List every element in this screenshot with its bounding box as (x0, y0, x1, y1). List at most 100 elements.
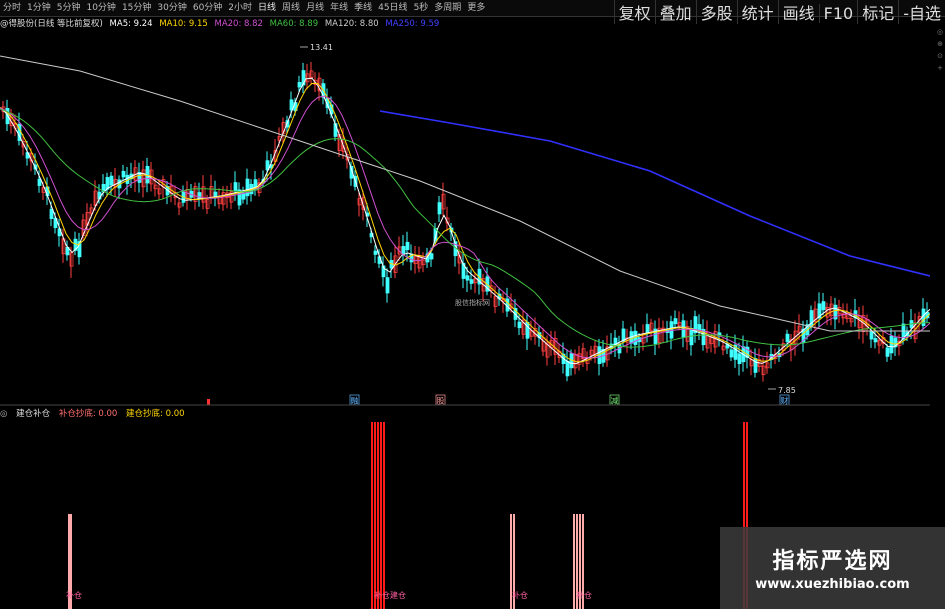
timeframe-tab[interactable]: 15分钟 (119, 0, 154, 16)
indicator-line2: 建仓抄底: 0.00 (126, 409, 185, 419)
indicator-bar-labels: 补仓 补仓建仓 补仓 补仓 (66, 590, 592, 600)
price-chart[interactable]: 13.41 7.85 股信指标网 融 股 减 财 (0, 31, 930, 406)
candle-body (297, 82, 302, 88)
indicator-bar (573, 514, 575, 609)
side-icons: ◎ ⊕ ⊙ + (937, 26, 943, 74)
candle-body (385, 277, 390, 294)
ma5-value: MA5: 9.24 (109, 19, 153, 29)
timeframe-tab[interactable]: 周线 (279, 0, 303, 16)
candle-body (405, 241, 410, 251)
event-marker-label[interactable]: 财 (781, 396, 789, 406)
side-icon[interactable]: + (937, 62, 943, 74)
side-icon[interactable]: ⊙ (937, 50, 943, 62)
indicator-bar-label: 补仓 (512, 590, 528, 600)
watermark-title: 指标严选网 (772, 549, 893, 574)
indicator-bar (377, 422, 379, 609)
candle-body (429, 253, 434, 260)
indicator-bar (380, 422, 382, 609)
event-marker-label[interactable]: 减 (611, 396, 619, 406)
timeframe-tab[interactable]: 1分钟 (24, 0, 54, 16)
ma120-line (0, 55, 930, 332)
indicator-bar-label: 补仓 (576, 590, 592, 600)
candle-body (885, 347, 890, 357)
timeframe-tab[interactable]: 60分钟 (190, 0, 225, 16)
timeframe-tab[interactable]: 10分钟 (83, 0, 118, 16)
candle-body (37, 178, 42, 186)
moving-average-lines (0, 55, 930, 365)
event-marker-tick (207, 399, 210, 405)
candle-body (821, 301, 826, 311)
candlestick-series (1, 61, 930, 382)
ma5-line (0, 77, 930, 365)
candle-body (465, 275, 470, 281)
site-watermark: 指标严选网 www.xuezhibiao.com (720, 527, 945, 609)
toolbar-button[interactable]: 多股 (695, 0, 737, 24)
indicator-name-icon[interactable]: ◎ (0, 409, 7, 419)
event-marker-label[interactable]: 融 (351, 396, 359, 406)
candle-body (517, 321, 522, 329)
toolbar-button[interactable]: 叠加 (654, 0, 696, 24)
toolbar-button[interactable]: 标记 (857, 0, 898, 24)
event-marker-label[interactable]: 股 (437, 397, 445, 406)
ma-legend-bar: @得股份(日线 等比前复权) MA5: 9.24 MA10: 9.15 MA20… (0, 17, 443, 31)
toolbar-button[interactable]: 复权 (613, 0, 655, 24)
timeframe-tab[interactable]: 月线 (303, 0, 327, 16)
candle-body (245, 178, 250, 197)
candle-body (645, 324, 650, 334)
toolbar-button[interactable]: 画线 (777, 0, 819, 24)
candle-body (197, 192, 202, 200)
ma20-line (0, 95, 930, 359)
event-markers: 融股减财 (207, 394, 790, 406)
ma60-line (0, 108, 930, 348)
candle-body (753, 358, 758, 373)
candle-body (437, 202, 442, 215)
candle-body (469, 279, 474, 284)
toolbar-button[interactable]: 统计 (736, 0, 778, 24)
indicator-bars (68, 422, 748, 609)
candle-body (233, 182, 238, 192)
timeframe-tab[interactable]: 45日线 (375, 0, 410, 16)
candle-body (121, 170, 126, 178)
ma20-value: MA20: 8.82 (214, 19, 263, 29)
low-price-label: 7.85 (778, 386, 796, 395)
candle-body (889, 335, 894, 354)
indicator-line1: 补仓抄底: 0.00 (58, 409, 118, 419)
indicator-bar (371, 422, 373, 609)
candle-body (525, 321, 530, 339)
candle-body (109, 175, 114, 186)
timeframe-tab[interactable]: 更多 (464, 0, 488, 16)
stock-title: @得股份(日线 等比前复权) (0, 19, 103, 29)
side-icon[interactable]: ⊕ (937, 38, 943, 50)
timeframe-tab[interactable]: 年线 (327, 0, 351, 16)
timeframe-tab[interactable]: 5分钟 (54, 0, 84, 16)
candle-body (373, 250, 378, 255)
candle-body (565, 360, 570, 377)
side-icon[interactable]: ◎ (937, 26, 943, 38)
candle-body (697, 324, 702, 331)
right-toolbar: 复权 叠加 多股 统计 画线 F10 标记 -自选 (613, 0, 945, 24)
indicator-bar (374, 422, 376, 609)
timeframe-tab[interactable]: 日线 (255, 0, 279, 16)
candle-body (49, 209, 54, 220)
indicator-name[interactable]: 建仓补仓 (16, 409, 50, 419)
ma120-value: MA120: 8.80 (324, 19, 379, 29)
candle-body (729, 349, 734, 358)
candle-body (401, 246, 406, 255)
high-price-label: 13.41 (310, 43, 333, 52)
timeframe-tab[interactable]: 分时 (0, 0, 24, 16)
candle-body (869, 331, 874, 340)
candle-body (785, 333, 790, 343)
indicator-bar-label: 补仓 (66, 590, 82, 600)
timeframe-tab[interactable]: 5秒 (411, 0, 432, 16)
indicator-bar-label: 补仓建仓 (374, 590, 406, 600)
watermark-url: www.xuezhibiao.com (755, 577, 910, 592)
toolbar-button[interactable]: -自选 (898, 0, 945, 24)
timeframe-tab[interactable]: 季线 (351, 0, 375, 16)
timeframe-tab[interactable]: 30分钟 (154, 0, 189, 16)
ma250-value: MA250: 9.59 (385, 19, 440, 29)
toolbar-button[interactable]: F10 (818, 4, 858, 23)
timeframe-tab[interactable]: 2小时 (225, 0, 255, 16)
timeframe-tab[interactable]: 多周期 (431, 0, 464, 16)
ma10-value: MA10: 9.15 (159, 19, 208, 29)
indicator-legend-bar: ◎ 建仓补仓 补仓抄底: 0.00 建仓抄底: 0.00 (0, 407, 191, 421)
